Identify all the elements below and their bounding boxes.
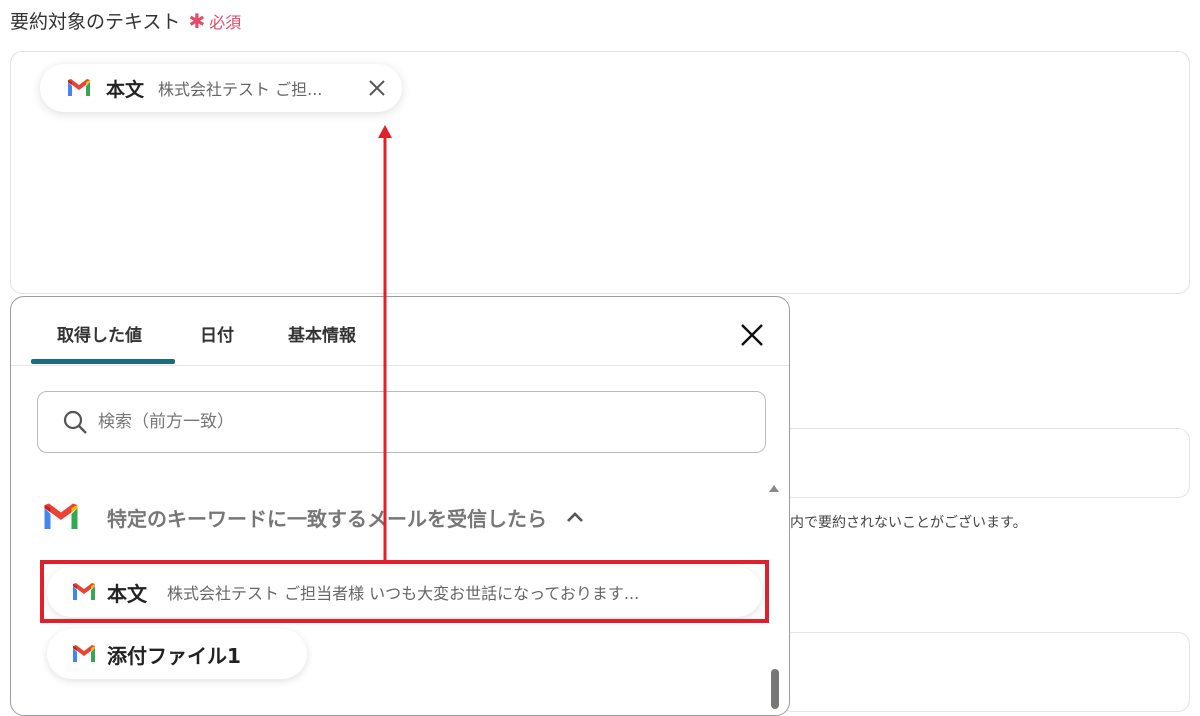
search-input[interactable]: [96, 411, 700, 433]
required-asterisk-icon: ✱: [188, 8, 206, 33]
chip-value: 株式会社テスト ご担...: [158, 80, 323, 99]
highlight-box: [40, 560, 769, 623]
field-label-text: 要約対象のテキスト: [10, 11, 181, 33]
background-hint-text: 内で要約されないことがございます。: [790, 515, 1027, 531]
search-icon: [63, 410, 87, 434]
active-tab-indicator: [31, 359, 175, 364]
value-picker-popup: 取得した値 日付 基本情報 特定のキーワードに一致するメールを受信したら: [10, 296, 790, 716]
gmail-icon: [68, 79, 90, 96]
scrollbar-thumb[interactable]: [771, 669, 779, 709]
group-title: 特定のキーワードに一致するメールを受信したら: [107, 506, 547, 531]
required-text: 必須: [209, 12, 242, 32]
field-label: 要約対象のテキスト ✱ 必須: [10, 7, 241, 34]
chip-key: 本文: [106, 78, 145, 101]
popup-tabs: 取得した値 日付 基本情報: [11, 297, 789, 366]
chip-remove-button[interactable]: [366, 77, 388, 99]
trigger-group-header[interactable]: 特定のキーワードに一致するメールを受信したら: [41, 502, 585, 532]
close-icon: [369, 80, 385, 96]
background-input[interactable]: [780, 428, 1190, 498]
search-box[interactable]: [37, 391, 766, 453]
required-badge: ✱ 必須: [188, 9, 241, 33]
chevron-up-icon[interactable]: [565, 510, 585, 524]
tab-basic-info[interactable]: 基本情報: [288, 321, 356, 346]
scroll-up-arrow-icon[interactable]: [768, 483, 780, 493]
inserted-value-chip[interactable]: 本文 株式会社テスト ご担...: [40, 64, 402, 112]
gmail-icon: [44, 503, 78, 529]
list-item-attachment[interactable]: 添付ファイル1: [47, 629, 307, 679]
background-input-2[interactable]: [780, 632, 1190, 712]
item-key: 添付ファイル1: [107, 643, 241, 668]
gmail-icon: [73, 645, 95, 662]
tab-acquired-values[interactable]: 取得した値: [57, 321, 142, 346]
close-icon[interactable]: [738, 321, 766, 349]
tab-date[interactable]: 日付: [200, 321, 234, 346]
